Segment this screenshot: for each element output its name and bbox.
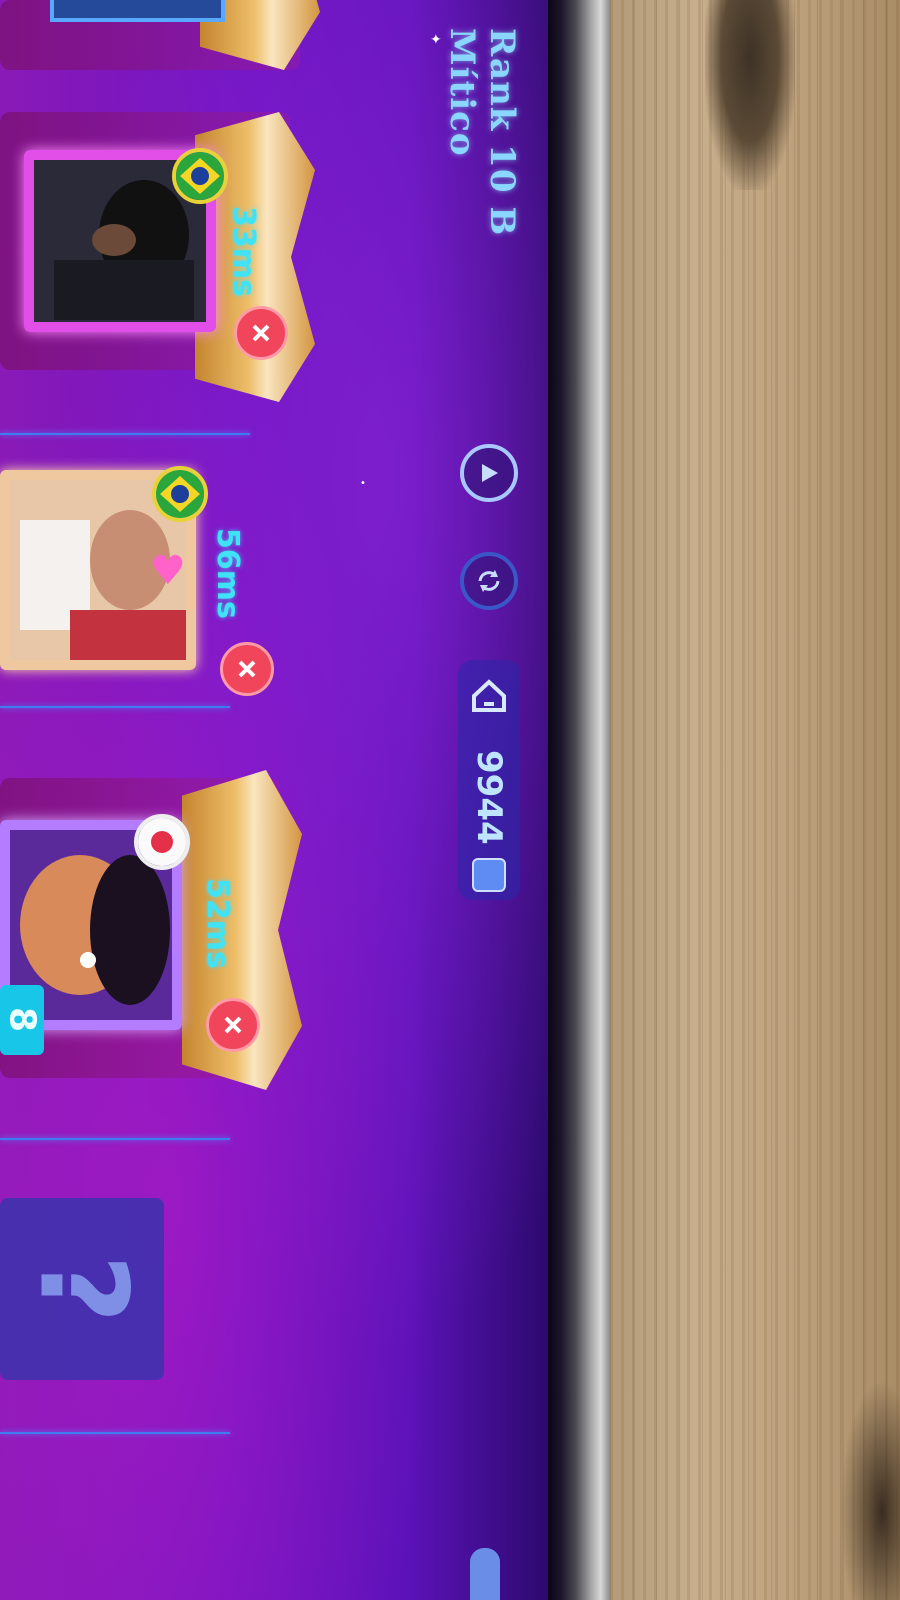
player-frame-partial <box>50 0 225 22</box>
refresh-icon <box>478 570 500 592</box>
empty-slot-question-mark: ? <box>12 1254 152 1324</box>
wooden-table-background <box>610 0 900 1600</box>
play-circle-icon <box>482 464 498 482</box>
currency-panel[interactable]: 9944 <box>458 660 520 900</box>
brazil-flag-icon <box>172 148 228 204</box>
close-icon <box>238 660 256 678</box>
rank-title: Rank 10 B <box>482 28 522 237</box>
player-ping: 33ms <box>226 206 261 297</box>
sparkle: ✦ <box>430 32 442 48</box>
close-icon <box>224 1016 242 1034</box>
divider-line <box>0 1138 230 1140</box>
close-icon <box>252 324 270 342</box>
phone-bezel <box>548 0 610 1600</box>
rank-label: Rank 10 B Mítico <box>442 28 522 408</box>
player-ping: 56ms <box>210 528 245 619</box>
empty-player-slot[interactable]: ? <box>0 1198 164 1380</box>
game-lobby-screen: ✦ • Rank 10 B Mítico 9944 33ms 56ms ♥ 52… <box>0 0 548 1600</box>
divider-line <box>0 706 230 708</box>
play-button[interactable] <box>460 444 518 502</box>
kick-player-button[interactable] <box>234 306 288 360</box>
add-currency-button[interactable] <box>472 858 506 892</box>
player-ping: 52ms <box>200 878 235 969</box>
sparkle: • <box>360 478 366 489</box>
wood-knot <box>705 0 795 190</box>
japan-flag-icon <box>134 814 190 870</box>
divider-line <box>0 1432 230 1434</box>
heart-badge-icon: ♥ <box>150 548 186 594</box>
kick-player-button[interactable] <box>220 642 274 696</box>
level-badge-label: 8 <box>1 1007 43 1033</box>
player-name-truncated <box>0 150 24 270</box>
rank-tier: Mítico <box>442 28 482 157</box>
divider-line <box>0 433 250 435</box>
wood-knot <box>840 1380 900 1600</box>
house-coin-icon <box>472 679 506 712</box>
level-badge: 8 <box>0 985 44 1055</box>
brazil-flag-icon <box>152 466 208 522</box>
currency-amount: 9944 <box>469 750 509 845</box>
refresh-button[interactable] <box>460 552 518 610</box>
kick-player-button[interactable] <box>206 998 260 1052</box>
partial-button[interactable] <box>470 1548 500 1600</box>
